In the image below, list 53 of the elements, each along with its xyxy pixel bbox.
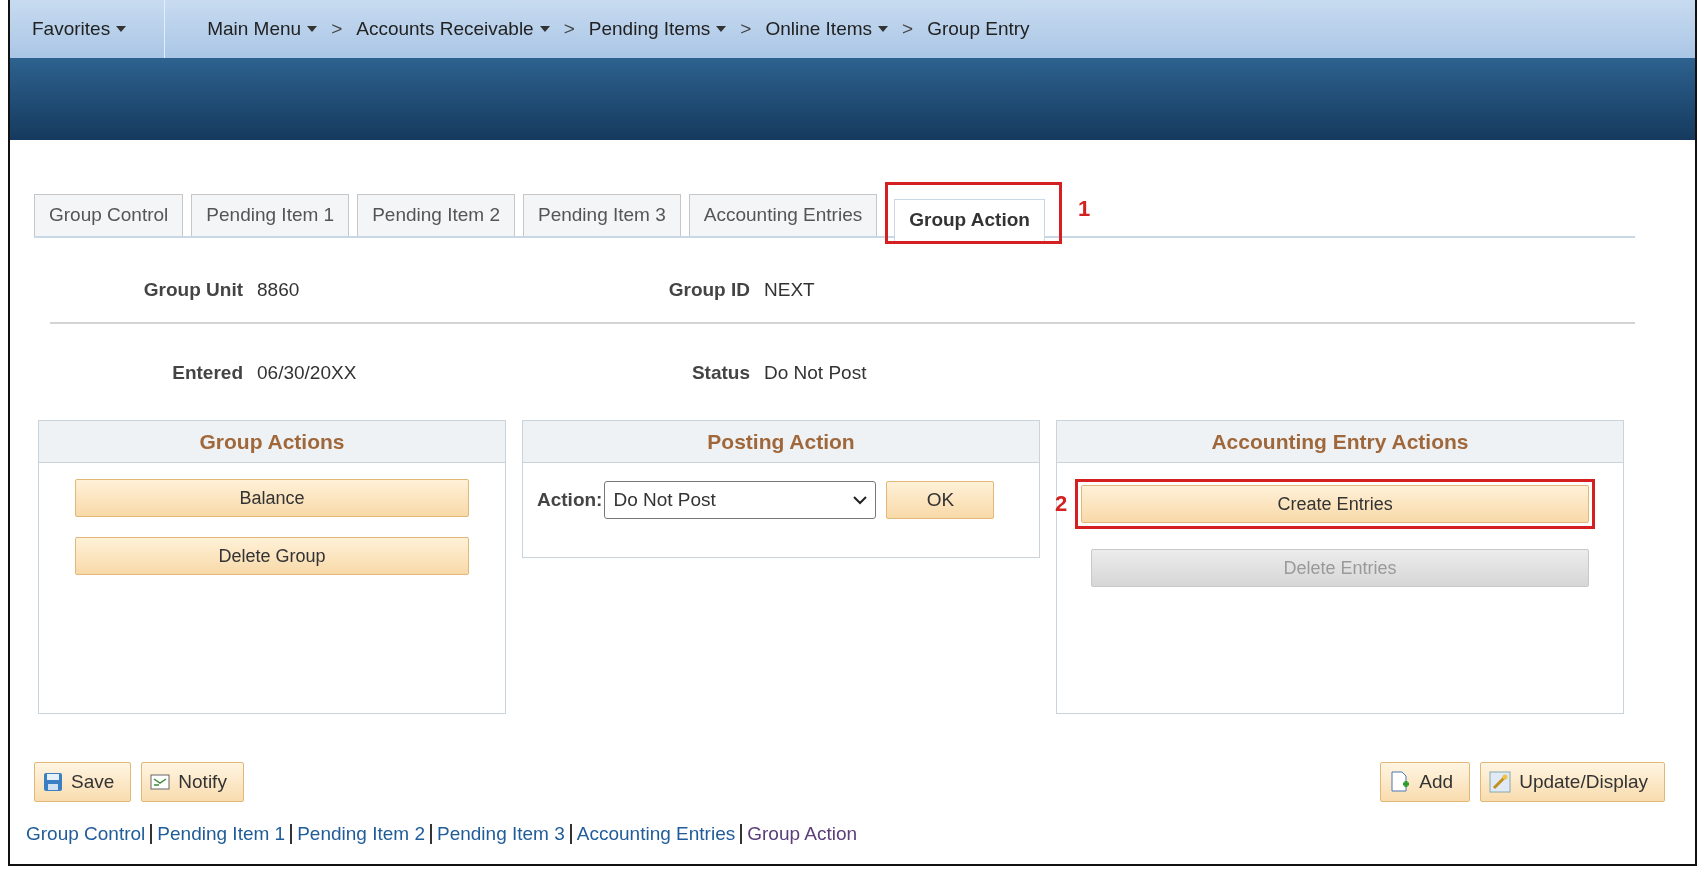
tab[interactable]: Pending Item 2 <box>357 194 515 236</box>
field-value: 8860 <box>257 277 300 302</box>
tab[interactable]: Accounting Entries <box>688 194 878 236</box>
breadcrumb-link[interactable]: Accounts Receivable <box>356 14 550 44</box>
field-value: Do Not Post <box>764 360 867 385</box>
page-link[interactable]: Pending Item 1 <box>157 820 286 849</box>
panel-header: Posting Action <box>523 421 1039 463</box>
breadcrumb-separator: > <box>740 16 752 41</box>
breadcrumb-separator: > <box>331 16 343 41</box>
callout-number: 1 <box>1077 198 1091 220</box>
caret-icon <box>539 26 550 32</box>
field-value: NEXT <box>764 277 815 302</box>
field-value: 06/30/20XX <box>257 360 357 385</box>
breadcrumb-link[interactable]: Online Items <box>765 14 889 44</box>
tab[interactable]: Group Control <box>34 194 184 236</box>
envelope-icon <box>150 773 171 791</box>
callout-number: 2 <box>1055 493 1068 515</box>
field-label: Group ID <box>667 277 750 302</box>
tab[interactable]: Pending Item 1 <box>191 194 350 236</box>
panel-header: Accounting Entry Actions <box>1057 421 1623 463</box>
toolbar-button[interactable]: Notify <box>141 762 244 802</box>
chevron-down-icon <box>853 495 868 505</box>
toolbar-button[interactable]: Save <box>34 762 132 802</box>
breadcrumb-separator: > <box>902 16 914 41</box>
toolbar-button[interactable]: Add <box>1380 762 1471 802</box>
breadcrumb-link[interactable]: Main Menu <box>165 14 318 44</box>
caret-icon <box>116 26 127 32</box>
breadcrumb-link[interactable]: Group Entry <box>927 14 1030 44</box>
field-label: Action: <box>537 487 603 512</box>
page-link[interactable]: Accounting Entries <box>576 820 736 849</box>
tab[interactable]: Group Action <box>894 199 1045 241</box>
tab[interactable]: Pending Item 3 <box>522 194 681 236</box>
panel-header: Group Actions <box>39 421 505 463</box>
caret-icon <box>716 26 727 32</box>
page-link[interactable]: Group Action <box>747 820 858 849</box>
caret-icon <box>878 26 889 32</box>
action-button[interactable]: Create Entries <box>1081 485 1589 523</box>
magic-wand-icon <box>1489 771 1512 793</box>
field-label: Entered <box>171 360 243 385</box>
caret-icon <box>307 26 318 32</box>
add-document-icon <box>1389 771 1412 793</box>
ok-button[interactable]: OK <box>886 481 995 519</box>
action-button[interactable]: Delete Group <box>75 537 469 575</box>
breadcrumb-link[interactable]: Pending Items <box>588 14 727 44</box>
field-label: Status <box>690 360 750 385</box>
page-link[interactable]: Pending Item 3 <box>436 820 565 849</box>
breadcrumb-separator: > <box>563 16 575 41</box>
toolbar-button[interactable]: Update/Display <box>1480 762 1665 802</box>
page-link[interactable]: Group Control <box>26 820 146 849</box>
action-select[interactable]: Do Not Post <box>604 481 877 519</box>
field-label: Group Unit <box>142 277 243 302</box>
action-button[interactable]: Balance <box>75 479 469 517</box>
page-link[interactable]: Pending Item 2 <box>297 820 425 849</box>
